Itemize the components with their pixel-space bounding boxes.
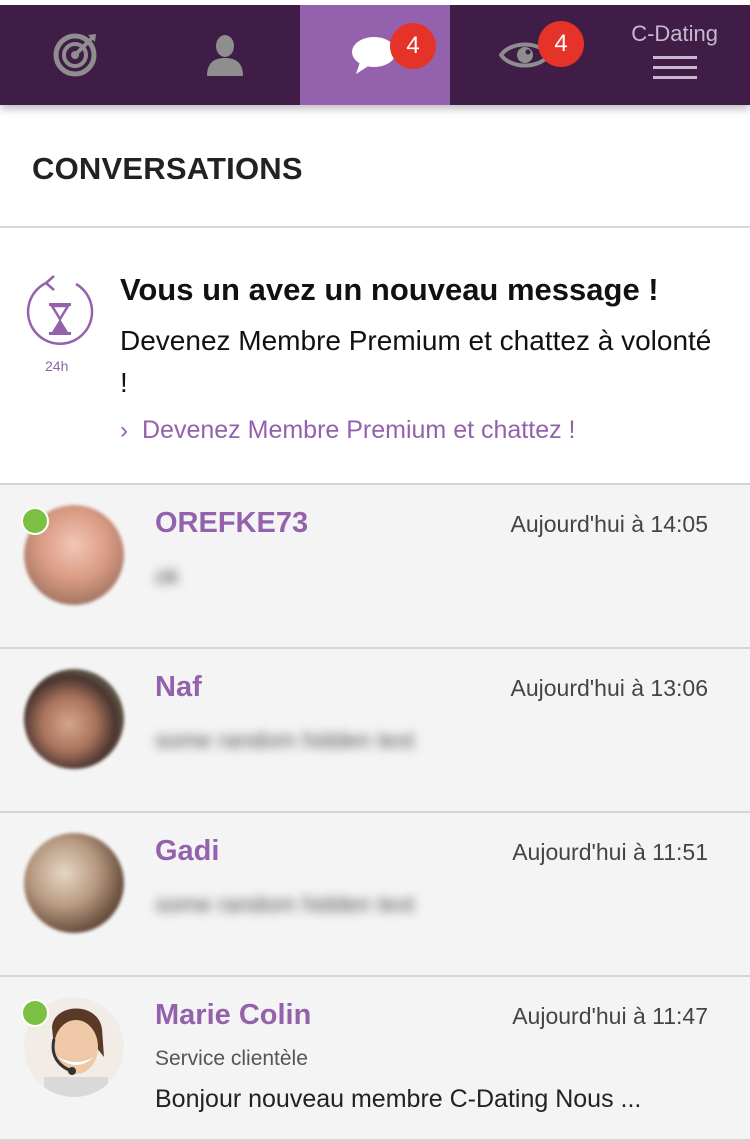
message-time: Aujourd'hui à 13:06	[510, 675, 709, 701]
menu-icon	[653, 56, 697, 79]
contact-name[interactable]: Naf	[155, 671, 202, 704]
nav-tab-profile[interactable]	[150, 5, 300, 105]
promo-title: Vous un avez un nouveau message !	[120, 272, 659, 307]
conversation-row[interactable]: Gadi Aujourd'hui à 11:51 some random hid…	[0, 813, 750, 977]
premium-link[interactable]: › Devenez Membre Premium et chattez !	[120, 416, 576, 445]
message-preview: Bonjour nouveau membre C-Dating Nous ...	[155, 1085, 642, 1113]
message-preview: some random hidden text	[155, 891, 415, 917]
brand-label: C-Dating	[631, 21, 718, 46]
status-strip	[0, 0, 750, 5]
message-preview: some random hidden text	[155, 727, 415, 753]
section-header: CONVERSATIONS	[0, 105, 750, 228]
message-time: Aujourd'hui à 14:05	[510, 511, 709, 537]
promo-text: Devenez Membre Premium et chattez à volo…	[120, 325, 712, 398]
nav-tab-visitors[interactable]: 4	[450, 5, 600, 105]
conversation-row[interactable]: Naf Aujourd'hui à 13:06 some random hidd…	[0, 649, 750, 813]
conversation-row[interactable]: OREFKE73 Aujourd'hui à 14:05 ok	[0, 485, 750, 649]
target-icon	[53, 33, 97, 77]
contact-name[interactable]: Gadi	[155, 835, 219, 868]
nav-tab-discover[interactable]	[0, 5, 150, 105]
premium-promo: 24h Vous un avez un nouveau message ! De…	[0, 228, 750, 485]
online-indicator	[21, 507, 49, 535]
visitors-badge: 4	[538, 21, 584, 67]
top-navigation: 4 4 C-Dating	[0, 5, 750, 105]
message-preview: ok	[155, 563, 180, 589]
timer-label: 24h	[45, 358, 69, 374]
message-time: Aujourd'hui à 11:51	[512, 839, 708, 865]
hourglass-timer-icon	[26, 275, 94, 345]
premium-link-label: Devenez Membre Premium et chattez !	[142, 416, 576, 444]
avatar[interactable]	[24, 833, 124, 933]
profile-icon	[207, 35, 243, 76]
avatar[interactable]	[24, 669, 124, 769]
conversation-row[interactable]: Marie Colin Aujourd'hui à 11:47 Service …	[0, 977, 750, 1141]
conversation-list: OREFKE73 Aujourd'hui à 14:05 ok Naf Aujo…	[0, 485, 750, 1141]
page-title: CONVERSATIONS	[32, 151, 303, 186]
nav-menu-button[interactable]	[600, 5, 750, 105]
messages-badge: 4	[390, 23, 436, 69]
message-time: Aujourd'hui à 11:47	[512, 1003, 708, 1029]
nav-tab-messages[interactable]: 4	[300, 5, 450, 105]
chevron-right-icon: ›	[120, 417, 128, 444]
contact-name[interactable]: Marie Colin	[155, 999, 311, 1032]
online-indicator	[21, 999, 49, 1027]
contact-name[interactable]: OREFKE73	[155, 507, 308, 540]
contact-subtitle: Service clientèle	[155, 1047, 308, 1070]
